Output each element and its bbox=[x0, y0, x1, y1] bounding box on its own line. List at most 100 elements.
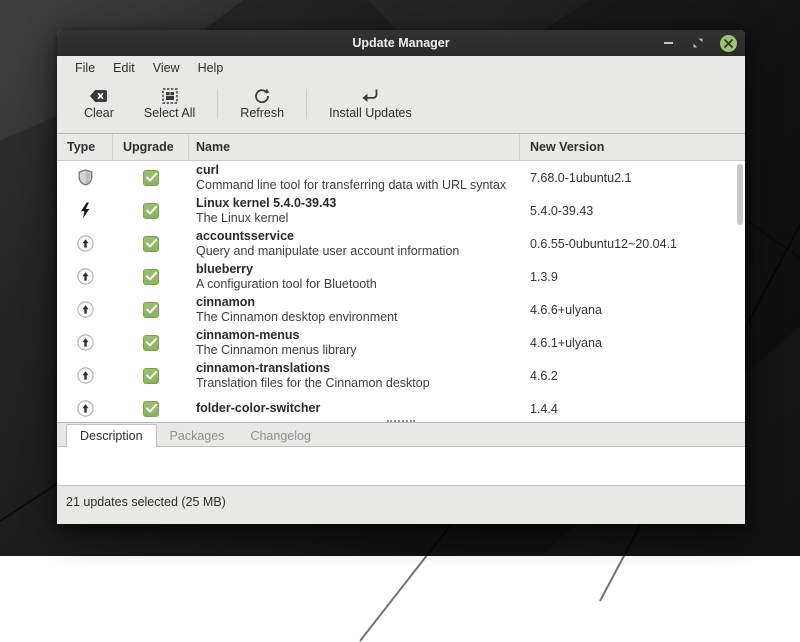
package-name: cinnamon bbox=[196, 294, 256, 309]
menu-file[interactable]: File bbox=[66, 59, 104, 77]
upgrade-cell bbox=[113, 202, 189, 219]
titlebar[interactable]: Update Manager bbox=[57, 30, 745, 56]
menubar: File Edit View Help bbox=[57, 56, 745, 79]
select-all-icon bbox=[161, 87, 178, 104]
install-updates-icon bbox=[361, 87, 379, 104]
name-cell: accountsservice Query and manipulate user… bbox=[189, 229, 520, 259]
upgrade-cell bbox=[113, 334, 189, 351]
new-version-cell: 7.68.0-1ubuntu2.1 bbox=[530, 170, 632, 185]
minimize-icon bbox=[663, 42, 673, 44]
upgrade-checkbox[interactable] bbox=[143, 367, 159, 384]
scrollbar-thumb[interactable] bbox=[737, 164, 743, 225]
close-button[interactable] bbox=[720, 34, 737, 52]
upgrade-checkbox[interactable] bbox=[143, 400, 159, 417]
upgrade-checkbox[interactable] bbox=[143, 202, 159, 219]
table-header-row: Type Upgrade Name New Version bbox=[57, 134, 745, 161]
table-row[interactable]: cinnamon-menus The Cinnamon menus library… bbox=[57, 326, 745, 359]
package-description: Query and manipulate user account inform… bbox=[196, 243, 460, 258]
upgrade-checkbox[interactable] bbox=[143, 301, 159, 318]
new-version-cell: 5.4.0-39.43 bbox=[530, 203, 594, 218]
clear-label: Clear bbox=[84, 106, 114, 120]
refresh-button[interactable]: Refresh bbox=[225, 84, 299, 123]
tab-packages[interactable]: Packages bbox=[157, 425, 238, 446]
table-row[interactable]: accountsservice Query and manipulate user… bbox=[57, 227, 745, 260]
package-description: The Cinnamon desktop environment bbox=[196, 309, 398, 324]
package-name: cinnamon-menus bbox=[196, 327, 300, 342]
minimize-button[interactable] bbox=[660, 35, 676, 51]
package-name: cinnamon-translations bbox=[196, 360, 331, 375]
upgrade-arrow-icon bbox=[76, 301, 94, 318]
install-updates-button[interactable]: Install Updates bbox=[314, 84, 427, 123]
menu-help[interactable]: Help bbox=[189, 59, 233, 77]
table-row[interactable]: cinnamon-translations Translation files f… bbox=[57, 359, 745, 392]
toolbar-separator bbox=[306, 88, 308, 119]
select-all-button[interactable]: Select All bbox=[129, 84, 210, 123]
toolbar: Clear Select All Refresh Install Updates bbox=[57, 79, 745, 128]
type-cell bbox=[57, 367, 113, 384]
new-version-cell: 0.6.55-0ubuntu12~20.04.1 bbox=[530, 236, 678, 251]
name-cell: cinnamon-translations Translation files f… bbox=[189, 361, 520, 391]
rows-container: curl Command line tool for transferring d… bbox=[57, 161, 745, 422]
header-type[interactable]: Type bbox=[57, 134, 113, 160]
upgrade-cell bbox=[113, 301, 189, 318]
refresh-label: Refresh bbox=[240, 106, 285, 120]
type-cell bbox=[57, 235, 113, 252]
new-version-cell: 4.6.2 bbox=[530, 368, 558, 383]
name-cell: Linux kernel 5.4.0-39.43 The Linux kernel bbox=[189, 196, 520, 226]
new-version-cell: 1.4.4 bbox=[530, 401, 558, 416]
statusbar: 21 updates selected (25 MB) bbox=[57, 486, 745, 524]
menu-view[interactable]: View bbox=[144, 59, 189, 77]
package-description: A configuration tool for Bluetooth bbox=[196, 276, 377, 291]
table-row[interactable]: Linux kernel 5.4.0-39.43 The Linux kernel… bbox=[57, 194, 745, 227]
upgrade-checkbox[interactable] bbox=[143, 169, 159, 186]
window-title: Update Manager bbox=[352, 36, 450, 50]
package-description: The Cinnamon menus library bbox=[196, 342, 357, 357]
package-description: Translation files for the Cinnamon deskt… bbox=[196, 375, 430, 390]
table-row[interactable]: cinnamon The Cinnamon desktop environment… bbox=[57, 293, 745, 326]
table-row[interactable]: folder-color-switcher 1.4.4 bbox=[57, 392, 745, 422]
upgrade-cell bbox=[113, 169, 189, 186]
table-row[interactable]: curl Command line tool for transferring d… bbox=[57, 161, 745, 194]
tab-changelog[interactable]: Changelog bbox=[237, 425, 323, 446]
name-cell: folder-color-switcher bbox=[189, 401, 520, 416]
upgrade-checkbox[interactable] bbox=[143, 235, 159, 252]
upgrade-cell bbox=[113, 367, 189, 384]
clear-button[interactable]: Clear bbox=[69, 84, 129, 123]
update-manager-window: Update Manager File Edit View Help Clear… bbox=[57, 30, 745, 524]
upgrade-checkbox[interactable] bbox=[143, 268, 159, 285]
refresh-icon bbox=[254, 87, 270, 104]
more-content-dots bbox=[387, 420, 415, 422]
package-name: curl bbox=[196, 162, 219, 177]
type-cell bbox=[57, 301, 113, 318]
name-cell: cinnamon The Cinnamon desktop environment bbox=[189, 295, 520, 325]
upgrade-cell bbox=[113, 400, 189, 417]
name-cell: cinnamon-menus The Cinnamon menus library bbox=[189, 328, 520, 358]
kernel-bolt-icon bbox=[81, 202, 90, 219]
tabbar: Description Packages Changelog bbox=[57, 423, 745, 447]
upgrade-checkbox[interactable] bbox=[143, 334, 159, 351]
type-cell bbox=[57, 268, 113, 285]
restore-button[interactable] bbox=[690, 35, 706, 51]
install-updates-label: Install Updates bbox=[329, 106, 412, 120]
upgrade-arrow-icon bbox=[76, 235, 94, 252]
menu-edit[interactable]: Edit bbox=[104, 59, 144, 77]
restore-icon bbox=[693, 38, 703, 48]
description-panel bbox=[57, 446, 745, 486]
header-name[interactable]: Name bbox=[189, 134, 520, 160]
upgrade-cell bbox=[113, 268, 189, 285]
name-cell: blueberry A configuration tool for Blueto… bbox=[189, 262, 520, 292]
header-new-version[interactable]: New Version bbox=[520, 134, 745, 160]
type-cell bbox=[57, 334, 113, 351]
table-row[interactable]: blueberry A configuration tool for Blueto… bbox=[57, 260, 745, 293]
status-text: 21 updates selected (25 MB) bbox=[66, 495, 226, 509]
clear-icon bbox=[89, 87, 108, 104]
upgrade-arrow-icon bbox=[76, 400, 94, 417]
header-upgrade[interactable]: Upgrade bbox=[113, 134, 189, 160]
package-name: accountsservice bbox=[196, 228, 294, 243]
new-version-cell: 4.6.6+ulyana bbox=[530, 302, 602, 317]
package-name: blueberry bbox=[196, 261, 253, 276]
scrollbar[interactable] bbox=[737, 163, 744, 419]
upgrade-arrow-icon bbox=[76, 268, 94, 285]
tab-description[interactable]: Description bbox=[66, 424, 157, 447]
shield-icon bbox=[78, 169, 92, 186]
